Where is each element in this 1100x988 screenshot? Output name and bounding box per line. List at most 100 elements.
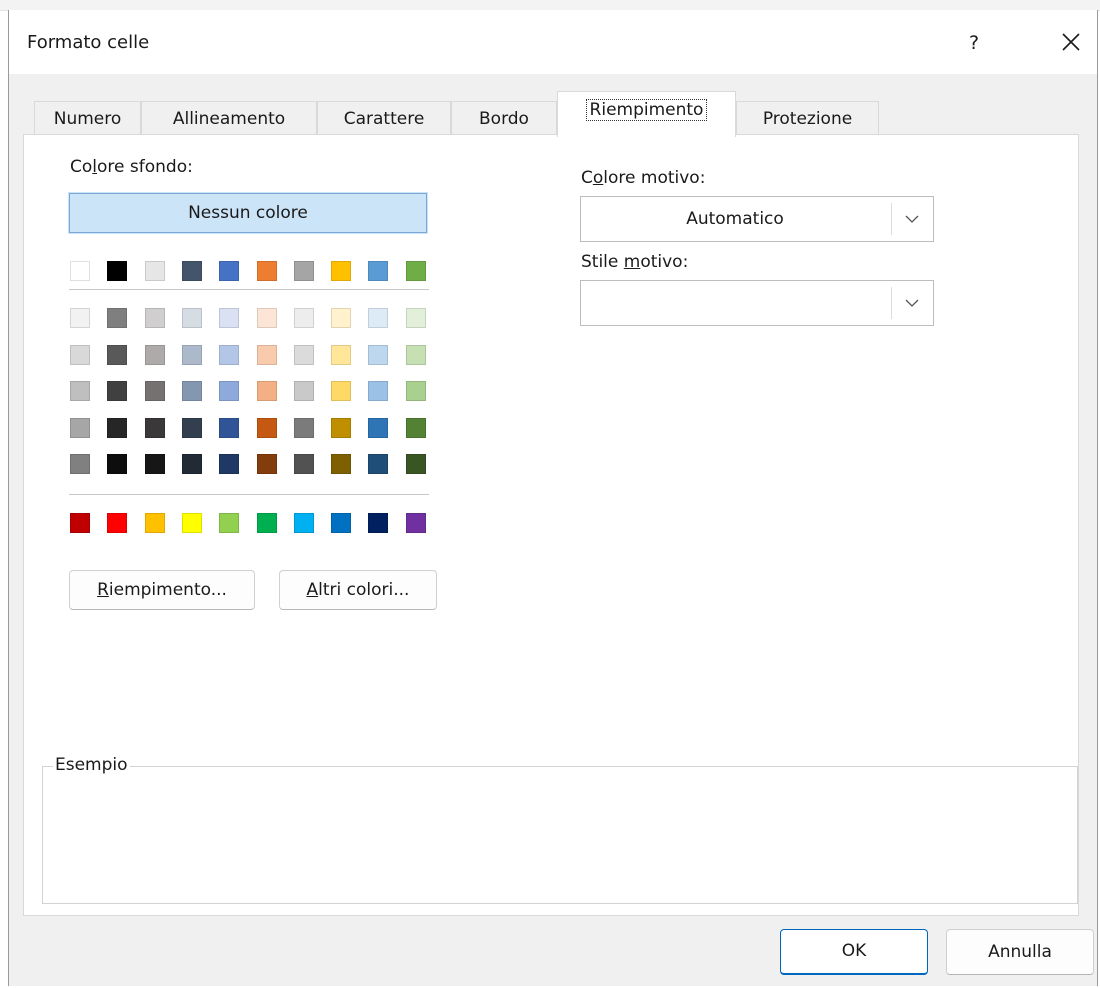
tint-color-swatch[interactable] bbox=[294, 417, 314, 438]
tint-color-swatch[interactable] bbox=[331, 308, 351, 328]
help-button[interactable]: ? bbox=[959, 28, 989, 58]
title-bar: Formato celle ? bbox=[9, 10, 1097, 74]
pattern-style-dropdown[interactable] bbox=[580, 280, 934, 326]
dropdown-arrow[interactable] bbox=[891, 281, 933, 325]
background-color-label: Colore sfondo: bbox=[70, 157, 193, 177]
tint-color-swatch[interactable] bbox=[368, 417, 388, 438]
standard-color-swatch[interactable] bbox=[294, 513, 314, 533]
tint-color-swatch[interactable] bbox=[294, 308, 314, 328]
theme-color-swatch[interactable] bbox=[145, 261, 165, 281]
standard-color-swatch[interactable] bbox=[406, 513, 426, 533]
tint-color-swatch[interactable] bbox=[257, 344, 277, 365]
tint-color-swatch[interactable] bbox=[257, 417, 277, 438]
tab-bordo[interactable]: Bordo bbox=[451, 101, 557, 135]
tint-color-swatch[interactable] bbox=[219, 381, 239, 401]
tint-color-swatch[interactable] bbox=[70, 454, 90, 474]
tint-color-swatch[interactable] bbox=[145, 381, 165, 401]
close-icon bbox=[1062, 33, 1080, 51]
theme-color-swatch[interactable] bbox=[331, 261, 351, 281]
tint-color-swatch[interactable] bbox=[219, 417, 239, 438]
tint-color-swatch[interactable] bbox=[182, 417, 202, 438]
tint-color-swatch[interactable] bbox=[145, 344, 165, 365]
tint-color-swatch[interactable] bbox=[70, 381, 90, 401]
tab-label: Bordo bbox=[479, 109, 529, 129]
tint-color-swatch[interactable] bbox=[294, 454, 314, 474]
standard-color-swatch[interactable] bbox=[331, 513, 351, 533]
tint-color-swatch[interactable] bbox=[294, 381, 314, 401]
tint-color-swatch[interactable] bbox=[331, 344, 351, 365]
tint-color-swatch[interactable] bbox=[182, 381, 202, 401]
more-colors-button[interactable]: Altri colori... bbox=[279, 570, 437, 610]
tab-riempimento[interactable]: Riempimento bbox=[557, 91, 736, 137]
fill-tab-panel: Colore sfondo: Nessun colore Riempimento… bbox=[23, 134, 1079, 916]
dropdown-arrow[interactable] bbox=[891, 197, 933, 241]
pattern-style-label: Stile motivo: bbox=[581, 252, 689, 272]
ok-button[interactable]: OK bbox=[780, 929, 928, 975]
theme-color-swatch[interactable] bbox=[368, 261, 388, 281]
close-button[interactable] bbox=[1053, 24, 1089, 60]
tint-color-swatch[interactable] bbox=[257, 381, 277, 401]
tint-color-swatch[interactable] bbox=[107, 381, 127, 401]
tab-carattere[interactable]: Carattere bbox=[317, 101, 451, 135]
tint-color-swatch[interactable] bbox=[406, 381, 426, 401]
tint-color-swatch[interactable] bbox=[182, 308, 202, 328]
tint-color-swatch[interactable] bbox=[257, 454, 277, 474]
no-color-button[interactable]: Nessun colore bbox=[68, 192, 428, 234]
standard-color-swatch[interactable] bbox=[107, 513, 127, 533]
tint-color-swatch[interactable] bbox=[331, 417, 351, 438]
theme-color-swatch[interactable] bbox=[219, 261, 239, 281]
standard-color-swatch[interactable] bbox=[70, 513, 90, 533]
tint-color-swatch[interactable] bbox=[145, 308, 165, 328]
format-cells-dialog: Formato celle ? Numero Allineamento Cara… bbox=[8, 10, 1098, 986]
tint-color-swatch[interactable] bbox=[107, 417, 127, 438]
tint-color-swatch[interactable] bbox=[182, 454, 202, 474]
standard-color-swatch[interactable] bbox=[257, 513, 277, 533]
tint-color-swatch[interactable] bbox=[406, 417, 426, 438]
dialog-title: Formato celle bbox=[27, 32, 150, 53]
tint-color-swatch[interactable] bbox=[294, 344, 314, 365]
standard-color-swatch[interactable] bbox=[145, 513, 165, 533]
theme-color-swatch[interactable] bbox=[107, 261, 127, 281]
tint-color-swatch[interactable] bbox=[219, 308, 239, 328]
tint-color-swatch[interactable] bbox=[406, 454, 426, 474]
standard-color-swatch[interactable] bbox=[182, 513, 202, 533]
theme-color-swatch[interactable] bbox=[406, 261, 426, 281]
tint-color-swatch[interactable] bbox=[70, 308, 90, 328]
tint-color-swatch[interactable] bbox=[257, 308, 277, 328]
pattern-color-label: Colore motivo: bbox=[581, 168, 706, 188]
tint-color-swatch[interactable] bbox=[107, 454, 127, 474]
tint-color-swatch[interactable] bbox=[107, 308, 127, 328]
tab-label: Numero bbox=[53, 109, 122, 129]
tab-allineamento[interactable]: Allineamento bbox=[141, 101, 317, 135]
tint-color-swatch[interactable] bbox=[368, 344, 388, 365]
fill-effects-button[interactable]: Riempimento... bbox=[69, 570, 255, 610]
cancel-button[interactable]: Annulla bbox=[946, 929, 1094, 975]
tint-color-swatch[interactable] bbox=[368, 381, 388, 401]
tab-numero[interactable]: Numero bbox=[34, 101, 141, 135]
chevron-down-icon bbox=[905, 215, 919, 223]
tint-color-swatch[interactable] bbox=[107, 344, 127, 365]
tint-color-swatch[interactable] bbox=[70, 417, 90, 438]
theme-color-swatch[interactable] bbox=[182, 261, 202, 281]
tab-protezione[interactable]: Protezione bbox=[736, 101, 879, 135]
tint-color-swatch[interactable] bbox=[331, 381, 351, 401]
tint-color-swatch[interactable] bbox=[145, 454, 165, 474]
sample-group: Esempio bbox=[42, 755, 1078, 904]
standard-color-swatch[interactable] bbox=[368, 513, 388, 533]
tint-color-swatch[interactable] bbox=[145, 417, 165, 438]
tint-color-swatch[interactable] bbox=[182, 344, 202, 365]
tint-color-swatch[interactable] bbox=[406, 344, 426, 365]
tab-label: Protezione bbox=[762, 109, 853, 129]
tint-color-swatch[interactable] bbox=[70, 344, 90, 365]
tint-color-swatch[interactable] bbox=[219, 344, 239, 365]
tint-color-swatch[interactable] bbox=[368, 308, 388, 328]
tint-color-swatch[interactable] bbox=[331, 454, 351, 474]
tint-color-swatch[interactable] bbox=[219, 454, 239, 474]
standard-color-swatch[interactable] bbox=[219, 513, 239, 533]
theme-color-swatch[interactable] bbox=[257, 261, 277, 281]
tint-color-swatch[interactable] bbox=[406, 308, 426, 328]
theme-color-swatch[interactable] bbox=[294, 261, 314, 281]
theme-color-swatch[interactable] bbox=[70, 261, 90, 281]
pattern-color-dropdown[interactable]: Automatico bbox=[580, 196, 934, 242]
tint-color-swatch[interactable] bbox=[368, 454, 388, 474]
